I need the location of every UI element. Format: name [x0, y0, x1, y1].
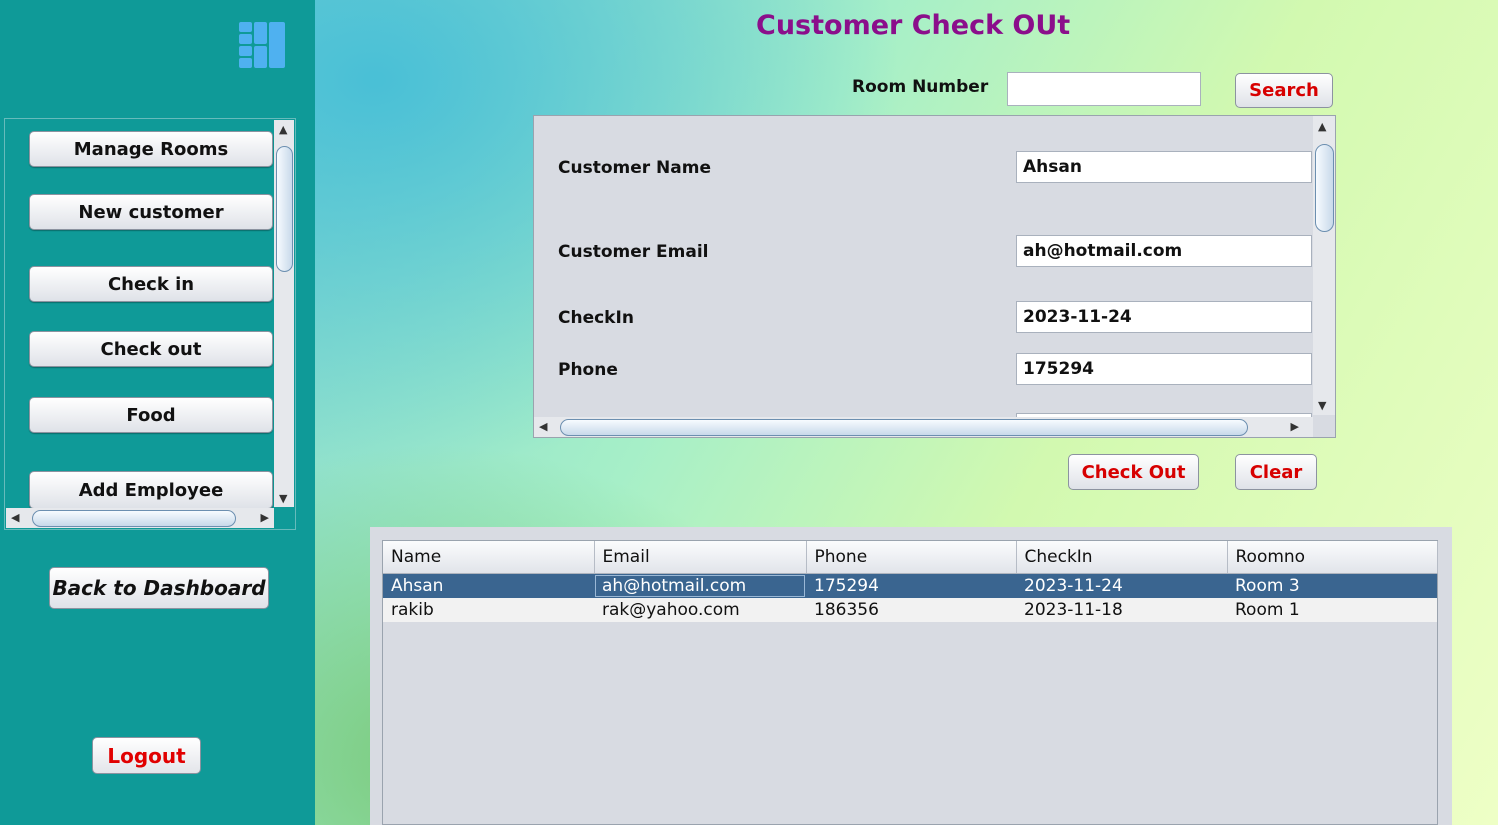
form-horizontal-scrollbar[interactable]: ◀ ▶ [534, 417, 1313, 437]
checkin-label: CheckIn [558, 308, 634, 328]
scroll-right-icon[interactable]: ▶ [1291, 421, 1299, 432]
logout-button[interactable]: Logout [92, 737, 201, 774]
search-button[interactable]: Search [1235, 73, 1333, 108]
cell-name[interactable]: Ahsan [383, 573, 594, 598]
cell-name[interactable]: rakib [383, 598, 594, 622]
manage-rooms-button[interactable]: Manage Rooms [29, 131, 273, 167]
checkin-field[interactable]: 2023-11-24 [1016, 301, 1312, 333]
cell-roomno[interactable]: Room 3 [1227, 573, 1437, 598]
sidebar-menu-panel: Manage Rooms New customer Check in Check… [4, 118, 296, 530]
scroll-right-icon[interactable]: ▶ [261, 512, 269, 523]
cell-roomno[interactable]: Room 1 [1227, 598, 1437, 622]
phone-label: Phone [558, 360, 618, 380]
cell-email[interactable]: ah@hotmail.com [594, 573, 806, 598]
scroll-down-icon[interactable]: ▼ [279, 493, 287, 504]
scroll-up-icon[interactable]: ▲ [1318, 121, 1326, 132]
column-header-checkin[interactable]: CheckIn [1016, 541, 1228, 574]
back-to-dashboard-button[interactable]: Back to Dashboard [49, 567, 269, 609]
customer-email-label: Customer Email [558, 242, 709, 262]
cell-phone[interactable]: 186356 [806, 598, 1016, 622]
food-button[interactable]: Food [29, 397, 273, 433]
cell-checkin[interactable]: 2023-11-24 [1016, 573, 1227, 598]
table-row[interactable]: Ahsan ah@hotmail.com 175294 2023-11-24 R… [383, 573, 1437, 598]
form-hscroll-thumb[interactable] [560, 419, 1248, 436]
cell-email[interactable]: rak@yahoo.com [594, 598, 806, 622]
sidebar-vertical-scrollbar[interactable]: ▲ ▼ [274, 120, 294, 507]
check-out-nav-button[interactable]: Check out [29, 331, 273, 367]
customer-name-field[interactable]: Ahsan [1016, 151, 1312, 183]
column-header-phone[interactable]: Phone [806, 541, 1017, 574]
customers-table-panel: Name Email Phone CheckIn Roomno Ahsan ah… [370, 527, 1452, 825]
form-vscroll-thumb[interactable] [1315, 144, 1334, 232]
grid-logo-icon [239, 22, 285, 68]
check-in-button[interactable]: Check in [29, 266, 273, 302]
main-content: Customer Check OUt Room Number Search Cu… [315, 0, 1498, 825]
scroll-up-icon[interactable]: ▲ [279, 124, 287, 135]
add-employee-button[interactable]: Add Employee [29, 471, 273, 509]
room-number-input[interactable] [1007, 72, 1201, 106]
sidebar-hscroll-thumb[interactable] [32, 510, 236, 527]
column-header-email[interactable]: Email [594, 541, 807, 574]
sidebar-horizontal-scrollbar[interactable]: ◀ ▶ [6, 508, 274, 528]
table-row[interactable]: rakib rak@yahoo.com 186356 2023-11-18 Ro… [383, 598, 1437, 622]
form-vertical-scrollbar[interactable]: ▲ ▼ [1313, 116, 1335, 415]
column-header-roomno[interactable]: Roomno [1227, 541, 1438, 574]
customer-details-panel: Customer Name Ahsan Customer Email ah@ho… [533, 115, 1336, 438]
scroll-left-icon[interactable]: ◀ [539, 421, 547, 432]
table-header-row: Name Email Phone CheckIn Roomno [383, 541, 1438, 574]
cell-phone[interactable]: 175294 [806, 573, 1016, 598]
phone-field[interactable]: 175294 [1016, 353, 1312, 385]
customers-table-scrollpane: Name Email Phone CheckIn Roomno Ahsan ah… [382, 540, 1438, 825]
customer-name-label: Customer Name [558, 158, 711, 178]
customer-email-field[interactable]: ah@hotmail.com [1016, 235, 1312, 267]
scroll-left-icon[interactable]: ◀ [11, 512, 19, 523]
room-number-label: Room Number [852, 77, 989, 97]
page-title: Customer Check OUt [756, 10, 1071, 41]
scroll-down-icon[interactable]: ▼ [1318, 400, 1326, 411]
sidebar: Manage Rooms New customer Check in Check… [0, 0, 315, 825]
check-out-button[interactable]: Check Out [1068, 454, 1199, 490]
column-header-name[interactable]: Name [383, 541, 595, 574]
customers-table: Name Email Phone CheckIn Roomno Ahsan ah… [383, 541, 1438, 622]
clear-button[interactable]: Clear [1235, 454, 1317, 490]
sidebar-vscroll-thumb[interactable] [276, 146, 293, 272]
new-customer-button[interactable]: New customer [29, 194, 273, 230]
cell-checkin[interactable]: 2023-11-18 [1016, 598, 1227, 622]
